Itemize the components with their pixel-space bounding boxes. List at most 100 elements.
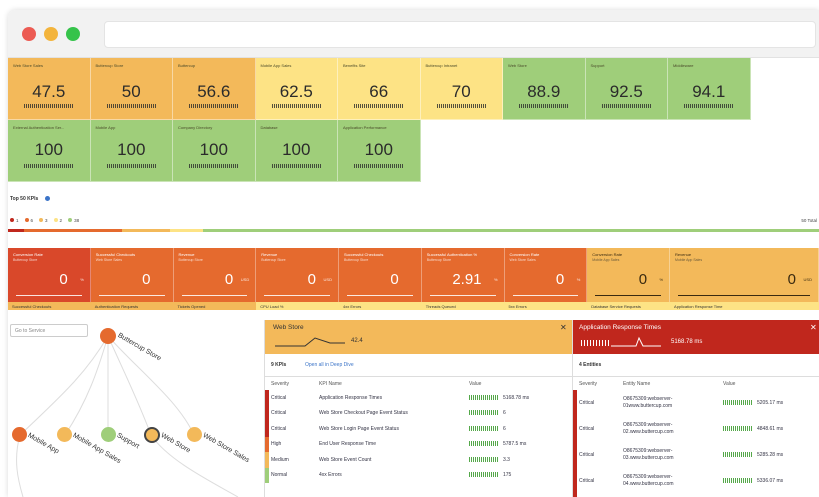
value-sparkline (469, 456, 499, 462)
tree-node-mobile-app-sales[interactable] (57, 427, 72, 442)
kpi-card[interactable]: Conversion Rate Web Store Sales 0% (504, 248, 588, 302)
kpi-card[interactable]: Successful Checkouts Web Store Sales 0 (90, 248, 174, 302)
kpi-card-sparkline (98, 295, 165, 296)
kpi-card-unit: % (80, 277, 84, 282)
web-store-panel: Web Store ✕ 42.4 9 KPIs Open all in Deep… (264, 320, 573, 497)
tree-node-support[interactable] (101, 427, 116, 442)
kpi-strip-item[interactable]: 4xx Errors (339, 302, 422, 310)
table-header-row: Severity Entity Name Value (573, 378, 819, 390)
kpi-strip-item[interactable]: 5xx Errors (504, 302, 588, 310)
kpi-tile[interactable]: Application Performance 100 (338, 120, 421, 182)
open-deep-dive-link[interactable]: Open all in Deep Dive (305, 362, 354, 368)
kpi-card-service: Buttercup Store (261, 258, 286, 262)
kpi-tile-sparkline (24, 164, 74, 168)
tree-node-web-store-sales[interactable] (187, 427, 202, 442)
kpi-card[interactable]: Revenue Buttercup Store 0 USD (173, 248, 257, 302)
info-icon[interactable] (45, 196, 50, 201)
table-row[interactable]: Critical Application Response Times 5168.7… (265, 390, 573, 406)
kpi-tile[interactable]: Mobile App 100 (90, 120, 173, 182)
column-header-entity-name[interactable]: Entity Name (617, 378, 717, 390)
kpi-card-service: Web Store Sales (95, 258, 122, 262)
kpi-tile-value: 100 (282, 140, 311, 159)
kpi-card-sparkline (678, 295, 810, 296)
value-cell: 6 (463, 421, 573, 437)
value-text: 5205.17 ms (757, 400, 784, 406)
tree-node-web-store[interactable] (144, 427, 160, 443)
table-row[interactable]: Critical O8675309:webserver-01www.butterc… (573, 390, 819, 416)
kpi-strip-item[interactable]: Authentication Requests (90, 302, 174, 310)
value-text: 5336.07 ms (757, 478, 784, 484)
severity-cell: Critical (271, 410, 287, 417)
table-row[interactable]: Critical Web Store Login Page Event Statu… (265, 421, 573, 437)
kpi-tile[interactable]: Database 100 (255, 120, 338, 182)
service-tree-edges (16, 335, 239, 497)
kpi-card-sparkline (595, 295, 662, 296)
close-window-dot[interactable] (22, 27, 36, 41)
column-header-kpi-name[interactable]: KPI Name (313, 378, 463, 390)
kpi-tile[interactable]: Buttercup 56.6 (173, 58, 256, 120)
kpi-tile[interactable]: Middleware 94.1 (668, 58, 751, 120)
kpi-strip-item[interactable]: Tickets Opened (173, 302, 257, 310)
kpi-tile[interactable]: Benefits Site 66 (338, 58, 421, 120)
table-row[interactable]: Critical O8675309:webserver-02.www.butter… (573, 416, 819, 442)
kpi-card[interactable]: Revenue Mobile App Sales 0 USD (670, 248, 819, 302)
kpi-tile[interactable]: Buttercup Store 50 (90, 58, 173, 120)
kpi-card[interactable]: Conversion Rate Buttercup Store 0% (8, 248, 91, 302)
kpi-tile[interactable]: Web Store Sales 47.5 (8, 58, 91, 120)
kpi-strip-item[interactable]: Threads Queued (421, 302, 505, 310)
entity-name-cell: O8675309:webserver-04.www.buttercup.com (623, 474, 674, 487)
kpi-card-sparkline (16, 295, 82, 296)
kpi-tile-sparkline (436, 104, 486, 108)
tree-node-mobile-app[interactable] (12, 427, 27, 442)
kpi-strip-item[interactable]: CPU Load % (256, 302, 339, 310)
kpi-tile[interactable]: Company Directory 100 (173, 120, 256, 182)
column-header-severity[interactable]: Severity (573, 378, 617, 390)
kpi-card[interactable]: Conversion Rate Mobile App Sales 0% (587, 248, 671, 302)
kpi-tile[interactable]: Support 92.5 (585, 58, 668, 120)
column-header-value[interactable]: Value (463, 378, 573, 390)
value-sparkline (469, 425, 499, 431)
table-row[interactable]: Normal 4xx Errors 175 (265, 468, 573, 484)
app-window: Web Store Sales 47.5 Buttercup Store 50 Butt… (8, 10, 819, 497)
sparkline (275, 337, 345, 347)
kpi-card-unit: USD (803, 277, 812, 282)
kpi-strip-item[interactable]: Application Response Time (670, 302, 819, 310)
close-icon[interactable]: ✕ (810, 323, 817, 332)
kpi-tile[interactable]: External Authentication Ser... 100 (8, 120, 91, 182)
value-text: 3.3 (503, 456, 510, 463)
table-row[interactable]: Medium Web Store Event Count 3.3 (265, 452, 573, 468)
kpi-tile[interactable]: Buttercup Intranet 70 (420, 58, 503, 120)
value-sparkline (469, 472, 499, 478)
close-icon[interactable]: ✕ (560, 323, 567, 332)
kpi-card[interactable]: Revenue Buttercup Store 0 USD (256, 248, 339, 302)
legend-item: 1 (10, 218, 19, 223)
column-header-value[interactable]: Value (717, 378, 819, 390)
value-cell: 5285.28 ms (717, 442, 819, 468)
table-row[interactable]: Critical O8675309:webserver-03.www.butter… (573, 442, 819, 468)
maximize-window-dot[interactable] (66, 27, 80, 41)
table-row[interactable]: High End User Response Time 5787.5 ms (265, 437, 573, 453)
table-row[interactable]: Critical O8675309:webserver-04.www.butter… (573, 468, 819, 494)
service-tree-panel: Go to Service Buttercup Store Mobile App… (8, 310, 264, 497)
kpi-tile-value: 100 (34, 140, 63, 159)
kpi-tile[interactable]: Web Store 88.9 (503, 58, 586, 120)
kpi-card-value: 0 (224, 271, 234, 288)
severity-cell: Medium (271, 456, 289, 463)
kpi-card[interactable]: Successful Checkouts Buttercup Store 0 (339, 248, 422, 302)
kpi-card[interactable]: Successful Authentication % Buttercup Sto… (421, 248, 505, 302)
kpi-card-service: Web Store Sales (509, 258, 536, 262)
minimize-window-dot[interactable] (44, 27, 58, 41)
kpi-card-label: Successful Authentication % (426, 252, 478, 257)
table-row[interactable]: Critical Web Store Checkout Page Event St… (265, 406, 573, 422)
kpi-strip-item[interactable]: Database Service Requests (587, 302, 671, 310)
address-bar[interactable] (104, 21, 816, 48)
value-sparkline (723, 478, 753, 484)
kpi-tile[interactable]: Mobile App Sales 62.5 (255, 58, 338, 120)
kpi-tile-value: 56.6 (197, 82, 231, 101)
column-header-severity[interactable]: Severity (265, 378, 313, 390)
kpi-tile-sparkline (271, 164, 321, 168)
kpi-tile-label: Database (260, 125, 278, 130)
tree-node-buttercup-store[interactable] (100, 328, 116, 344)
kpi-strip-item[interactable]: Successful Checkouts (8, 302, 91, 310)
entity-name-cell: O8675309:webserver-03.www.buttercup.com (623, 448, 674, 461)
